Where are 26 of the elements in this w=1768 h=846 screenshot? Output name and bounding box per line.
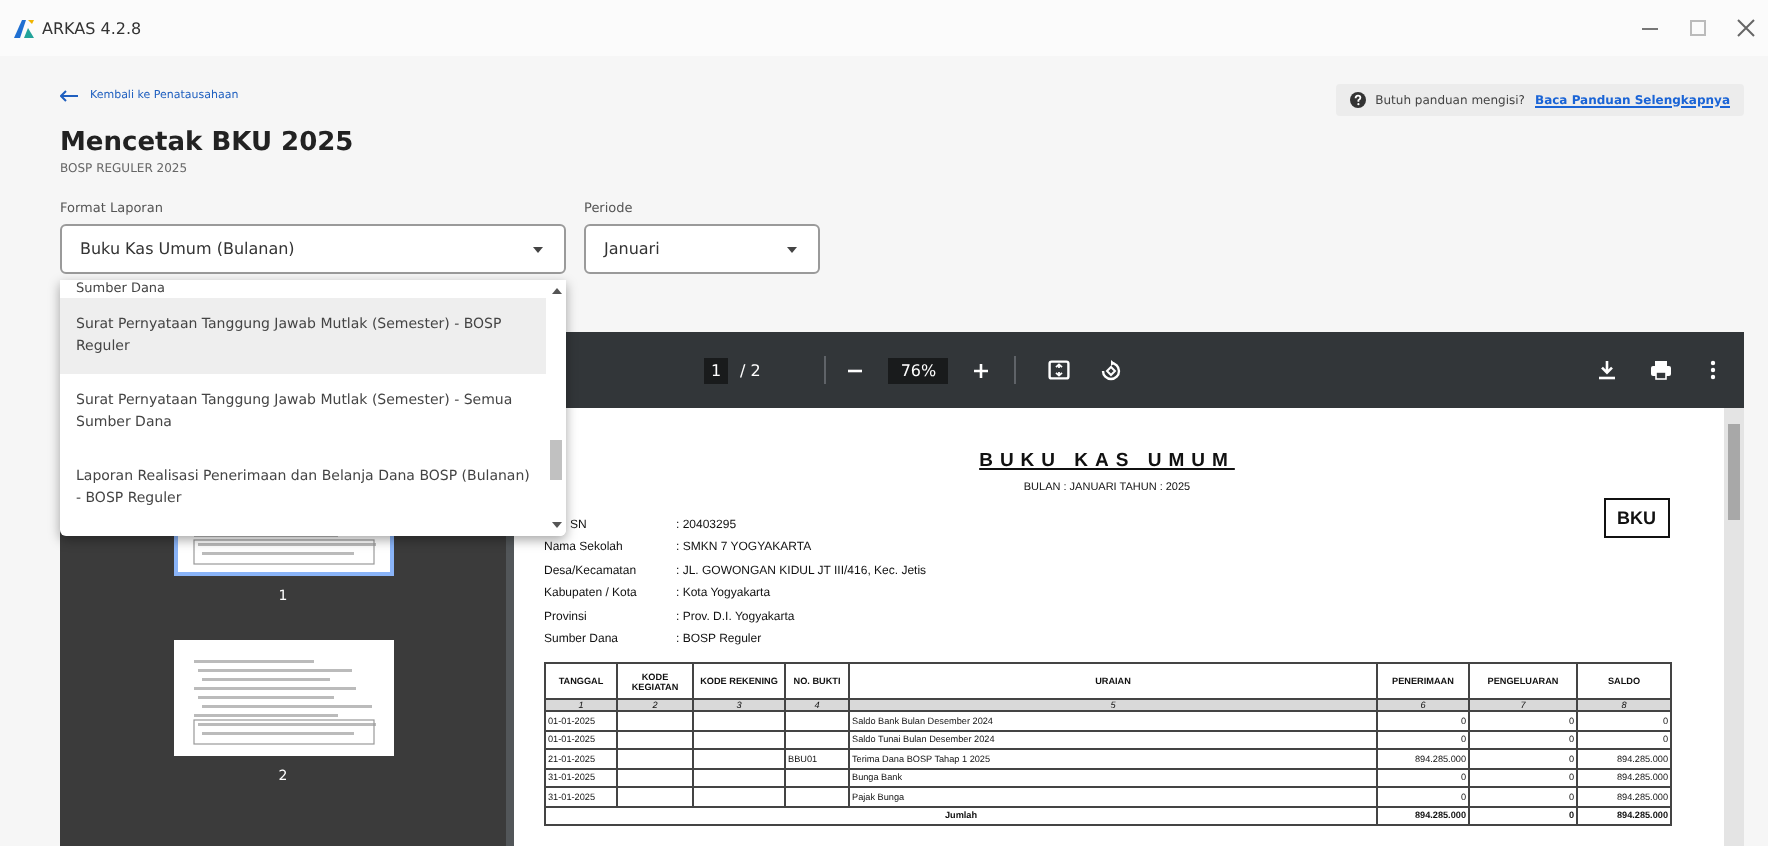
page-number-field[interactable]: 1: [704, 357, 728, 383]
page-total: / 2: [740, 361, 761, 379]
caret-icon: [786, 245, 798, 253]
scrollbar-thumb[interactable]: [1728, 424, 1740, 520]
scroll-up-icon[interactable]: [551, 288, 561, 294]
rotate-icon[interactable]: [1100, 359, 1123, 381]
document-title: BUKU KAS UMUM: [979, 450, 1235, 474]
close-icon[interactable]: [1736, 18, 1756, 38]
more-icon[interactable]: [1710, 360, 1716, 380]
caret-icon: [532, 245, 544, 253]
zoom-field[interactable]: 76%: [888, 357, 949, 383]
scrollbar-thumb[interactable]: [550, 440, 562, 480]
fit-page-icon[interactable]: [1048, 360, 1071, 380]
page-title: Mencetak BKU 2025: [60, 128, 356, 160]
scroll-down-icon[interactable]: [551, 522, 561, 528]
print-icon[interactable]: [1650, 360, 1672, 380]
help-icon: [1349, 92, 1366, 108]
download-icon[interactable]: [1598, 360, 1616, 380]
window-title: ARKAS 4.2.8: [42, 19, 142, 37]
select-field[interactable]: Januari: [584, 224, 820, 274]
page-thumbnail[interactable]: [173, 640, 393, 756]
logo-icon: [12, 18, 36, 38]
plus-icon[interactable]: [972, 361, 991, 379]
report-code: BKU: [1603, 498, 1670, 538]
back-arrow-icon: [60, 90, 78, 102]
select-field[interactable]: Buku Kas Umum (Bulanan): [60, 224, 566, 274]
